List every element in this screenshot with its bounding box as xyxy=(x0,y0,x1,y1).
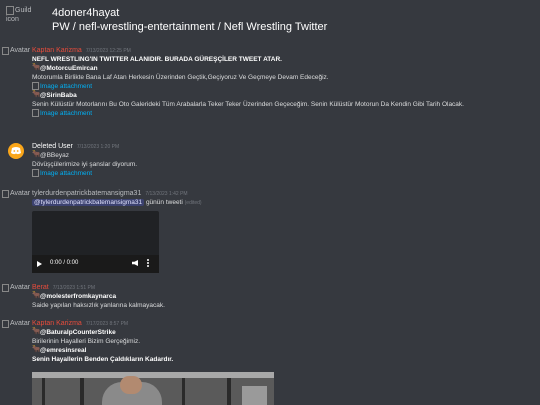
message-timestamp: 7/13/2023 1:20 PM xyxy=(76,144,120,150)
message-text: Dövüşçülerimize iyi şanslar diyorum. xyxy=(32,161,138,168)
image-attachment-link[interactable]: Image attachment xyxy=(32,82,532,91)
attachment-label: Image attachment xyxy=(40,170,93,177)
message-author[interactable]: Deleted User xyxy=(32,143,73,150)
image-attachment-link[interactable]: Image attachment xyxy=(32,109,532,118)
image-attachment[interactable] xyxy=(32,372,274,405)
mentioned-user[interactable]: @BaturalpCounterStrike xyxy=(40,329,116,336)
bull-emoji-icon: 🐂 xyxy=(32,328,41,336)
message-text: Senin Hayallerin Benden Çaldıkların Kada… xyxy=(32,356,174,363)
avatar[interactable]: Avatar xyxy=(2,47,30,55)
photo-element xyxy=(227,378,231,405)
photo-element xyxy=(80,378,84,405)
image-attachment-link[interactable]: Image attachment xyxy=(32,169,532,178)
edited-marker: (edited) xyxy=(184,200,202,206)
volume-icon[interactable] xyxy=(132,260,138,266)
channel-header: Guild icon 4doner4hayat PW / nefl-wrestl… xyxy=(0,0,540,40)
guild-name: 4doner4hayat xyxy=(52,7,120,19)
message-author[interactable]: Berat xyxy=(32,284,49,291)
message-timestamp: 7/13/2023 1:42 PM xyxy=(145,191,188,197)
bull-emoji-icon: 🐂 xyxy=(32,346,41,354)
attachment-label: Image attachment xyxy=(40,83,93,90)
attachment-label: Image attachment xyxy=(40,110,93,117)
photo-figure-arm xyxy=(120,376,142,394)
play-icon[interactable] xyxy=(37,261,42,267)
message-timestamp: 7/17/2023 8:57 PM xyxy=(85,321,129,327)
guild-icon: Guild icon xyxy=(6,6,36,34)
bull-emoji-icon: 🐂 xyxy=(32,151,41,159)
bull-emoji-icon: 🐂 xyxy=(32,64,41,72)
message-author[interactable]: Kaptan Karizma xyxy=(32,320,82,327)
mentioned-user[interactable]: @MotorcuEmircan xyxy=(40,65,98,72)
mentioned-user[interactable]: @emresinsreal xyxy=(40,347,86,354)
message-timestamp: 7/13/2023 12:25 PM xyxy=(85,48,131,54)
avatar[interactable]: Avatar xyxy=(2,190,30,198)
avatar-alt-text: Avatar xyxy=(10,284,31,291)
avatar-alt-text: Avatar xyxy=(10,190,31,197)
bull-emoji-icon: 🐂 xyxy=(32,292,41,300)
message-text: günün tweeti xyxy=(144,199,183,206)
photo-ceiling xyxy=(32,372,274,378)
bull-emoji-icon: 🐂 xyxy=(32,91,41,99)
mentioned-user[interactable]: @molesterfromkaynarca xyxy=(40,293,116,300)
mentioned-user[interactable]: @SirinBaba xyxy=(40,92,77,99)
avatar-alt-text: Avatar xyxy=(10,320,31,327)
user-mention-pill[interactable]: @tylerdurdenpatrickbatemansigma31 xyxy=(32,199,145,206)
video-player[interactable]: 0:00 / 0:00 xyxy=(32,211,159,273)
message-author[interactable]: tylerdurdenpatrickbatemansigma31 xyxy=(32,190,141,197)
discord-avatar[interactable] xyxy=(8,143,24,159)
photo-machine xyxy=(242,386,267,405)
video-controls: 0:00 / 0:00 xyxy=(32,255,159,273)
message-timestamp: 7/13/2023 1:51 PM xyxy=(52,285,95,291)
channel-path: PW / nefl-wrestling-entertainment / Nefl… xyxy=(52,21,328,33)
video-time: 0:00 / 0:00 xyxy=(50,260,79,266)
discord-logo-icon xyxy=(11,147,21,155)
photo-element xyxy=(42,378,45,405)
message-author[interactable]: Kaptan Karizma xyxy=(32,47,82,54)
avatar[interactable]: Avatar xyxy=(2,320,30,328)
avatar-alt-text: Avatar xyxy=(10,47,31,54)
mentioned-user[interactable]: @BBeyaz xyxy=(40,152,69,159)
message-text: Saide yapılan haksızlık yanlarına kalmay… xyxy=(32,302,165,309)
photo-element xyxy=(182,378,185,405)
message-text: Senin Külüstür Motorlarını Bu Oto Galeri… xyxy=(32,101,464,108)
message-text: Birilerinin Hayalleri Bizim Gerçeğimiz. xyxy=(32,338,140,345)
message-text: NEFL WRESTLING'IN TWITTER ALANIDIR. BURA… xyxy=(32,56,282,63)
avatar[interactable]: Avatar xyxy=(2,284,30,292)
more-options-icon[interactable] xyxy=(147,259,149,267)
message-text: Motorumla Birlikte Bana Laf Atan Herkesi… xyxy=(32,74,329,81)
